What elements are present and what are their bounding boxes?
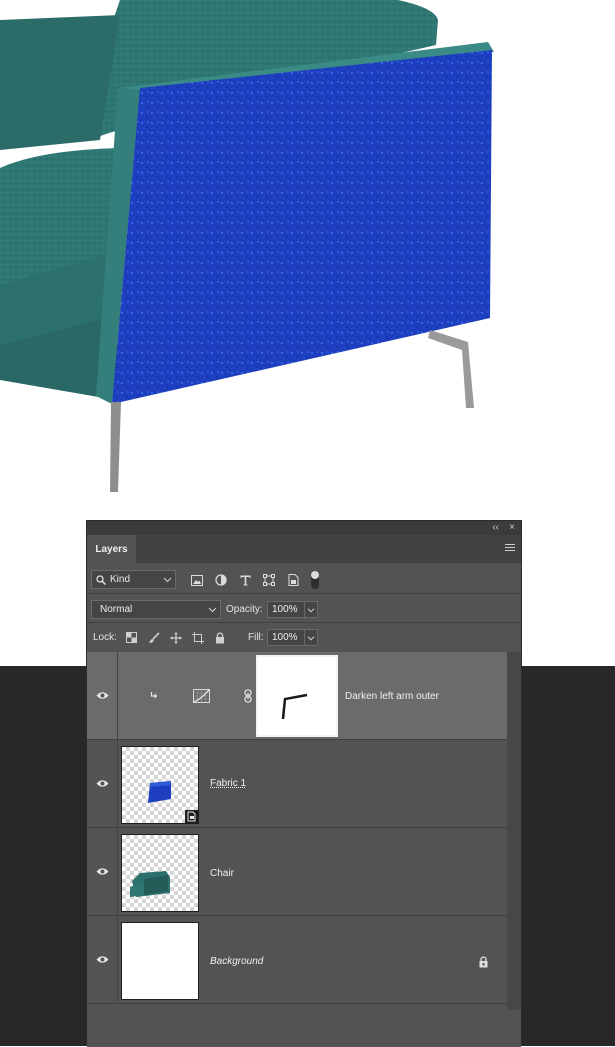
layer-row-darken-left-arm-outer[interactable]: Darken left arm outer [87,652,507,740]
layer-row-fabric-1[interactable]: Fabric 1 [87,740,507,828]
blend-mode-row: Normal Opacity: 100% [87,593,521,623]
fill-slider-button[interactable] [304,629,318,646]
lock-label: Lock: [93,632,117,643]
opacity-slider-button[interactable] [304,601,318,618]
chair-thumbnail-image [130,871,170,897]
tab-layers[interactable]: Layers [87,535,136,563]
type-filter-icon[interactable] [237,572,253,588]
layer-row-background[interactable]: Background [87,916,507,1004]
blend-mode-value: Normal [100,604,133,615]
opacity-label: Opacity: [226,604,263,615]
visibility-column [87,740,118,827]
lock-transparent-pixels-icon[interactable] [124,630,139,645]
filter-toggle-switch[interactable] [311,571,319,589]
layers-list: Darken left arm outer Fabric 1 Chair Bac… [87,652,507,1010]
panel-title-bar: ‹‹ × [87,521,521,535]
opacity-input[interactable]: 100% [267,601,305,618]
chevron-down-icon [307,607,315,612]
filter-icon-group [189,571,319,589]
fill-input[interactable]: 100% [267,629,305,646]
layer-thumbnail[interactable] [121,922,199,1000]
panel-menu-icon[interactable] [505,544,515,554]
chair-artwork [0,0,494,492]
lock-image-pixels-icon[interactable] [146,630,161,645]
layer-mask-thumbnail[interactable] [256,655,338,737]
chevron-down-icon [208,607,217,613]
fabric-arm-panel [112,50,492,404]
front-leg [110,402,121,492]
visibility-column [87,916,118,1003]
layer-name[interactable]: Chair [210,868,234,879]
chevron-down-icon [307,635,315,640]
clipping-mask-icon [150,692,158,699]
shape-filter-icon[interactable] [261,572,277,588]
lock-icon-group [124,630,227,645]
adjustment-filter-icon[interactable] [213,572,229,588]
lock-position-icon[interactable] [168,630,183,645]
layer-thumbnail[interactable] [121,746,199,824]
curves-adjustment-icon [193,689,210,703]
layers-panel: ‹‹ × Layers Kind Normal Opacity: 100% Lo… [86,520,522,1047]
back-leg [428,330,474,408]
filter-kind-dropdown[interactable]: Kind [91,570,176,589]
eye-icon[interactable] [96,779,109,788]
eye-icon[interactable] [96,691,109,700]
blend-mode-dropdown[interactable]: Normal [91,600,221,619]
layer-row-chair[interactable]: Chair [87,828,507,916]
lock-row: Lock: Fill: 100% [87,622,521,653]
eye-icon[interactable] [96,867,109,876]
pixel-filter-icon[interactable] [189,572,205,588]
lock-icon[interactable] [478,956,489,968]
layer-thumbnail[interactable] [121,834,199,912]
link-icon[interactable] [244,689,252,703]
filter-kind-label: Kind [110,574,131,585]
mask-shape [281,693,308,720]
smart-object-badge-icon [185,810,198,823]
eye-icon[interactable] [96,955,109,964]
search-icon [96,574,106,585]
smart-object-filter-icon[interactable] [285,572,301,588]
layers-scrollbar[interactable] [507,652,521,1010]
layer-name[interactable]: Background [210,956,263,967]
visibility-column [87,828,118,915]
layer-name[interactable]: Fabric 1 [210,778,246,789]
close-panel-button[interactable]: × [509,522,515,534]
visibility-column [87,652,118,739]
lock-artboard-icon[interactable] [190,630,205,645]
layers-empty-area [87,1010,521,1047]
chevron-down-icon [163,577,172,583]
collapse-panel-button[interactable]: ‹‹ [492,522,499,534]
panel-tab-row: Layers [87,535,521,563]
lock-all-icon[interactable] [212,630,227,645]
layer-name[interactable]: Darken left arm outer [345,691,439,702]
layer-filter-row: Kind [87,563,521,594]
fill-label: Fill: [248,632,264,643]
